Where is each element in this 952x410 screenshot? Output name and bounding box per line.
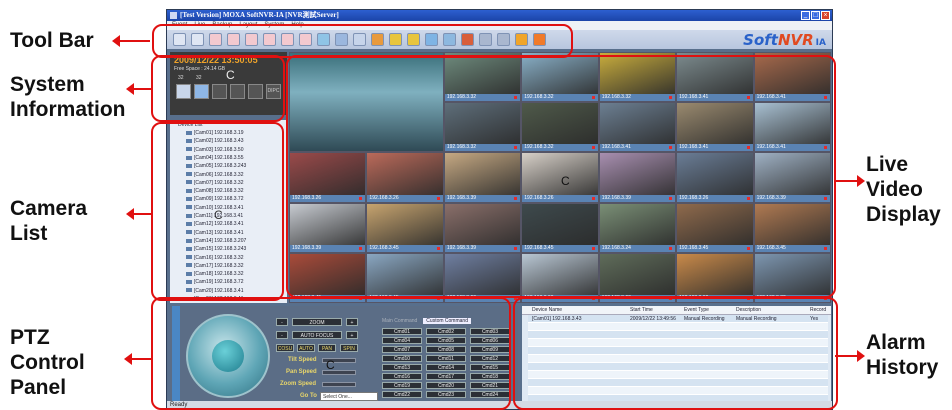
arrow-alarm (835, 350, 865, 362)
softnvr-logo: SoftNVR IA (743, 31, 826, 49)
box-system-information (151, 55, 285, 122)
label-live-video-display: Live Video Display (866, 153, 941, 226)
c-marker-video: C (561, 174, 570, 188)
arrow-tool-bar (112, 35, 150, 47)
arrow-system-information (126, 83, 152, 95)
box-ptz (151, 297, 511, 410)
maximize-button[interactable]: □ (811, 11, 820, 20)
box-tool-bar (152, 24, 573, 58)
arrow-ptz (124, 353, 152, 365)
title-bar: [Test Version] MOXA SoftNVR-IA [NVR測試Ser… (167, 10, 832, 21)
label-camera-list: Camera List (10, 197, 88, 245)
box-camera-list (151, 122, 284, 301)
arrow-live-video (835, 175, 865, 187)
close-button[interactable]: × (821, 11, 830, 20)
arrow-camera-list (126, 208, 152, 220)
window-title: [Test Version] MOXA SoftNVR-IA [NVR測試Ser… (180, 11, 339, 19)
minimize-button[interactable]: _ (801, 11, 810, 20)
app-icon (170, 12, 177, 19)
label-tool-bar: Tool Bar (10, 29, 94, 52)
label-ptz-control-panel: PTZ Control Panel (10, 326, 85, 399)
label-system-information: System Information (10, 73, 126, 121)
label-alarm-history: Alarm History (866, 331, 939, 379)
box-alarm (513, 297, 838, 410)
